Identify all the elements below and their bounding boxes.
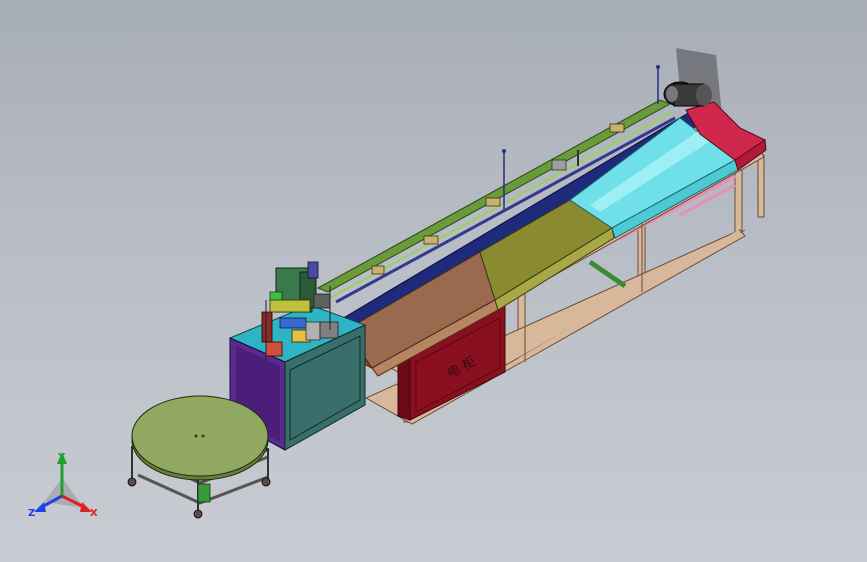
machine-assembly-model[interactable]: 电 柜 Y X Z bbox=[0, 0, 867, 562]
z-axis-label: Z bbox=[28, 508, 35, 519]
axis-triad: Y X Z bbox=[28, 452, 98, 519]
turntable bbox=[127, 395, 271, 519]
x-axis-label: X bbox=[90, 508, 98, 519]
y-axis-label: Y bbox=[57, 452, 66, 463]
drive-motor bbox=[663, 81, 712, 107]
cad-viewport[interactable]: 电 柜 Y X Z bbox=[0, 0, 867, 562]
